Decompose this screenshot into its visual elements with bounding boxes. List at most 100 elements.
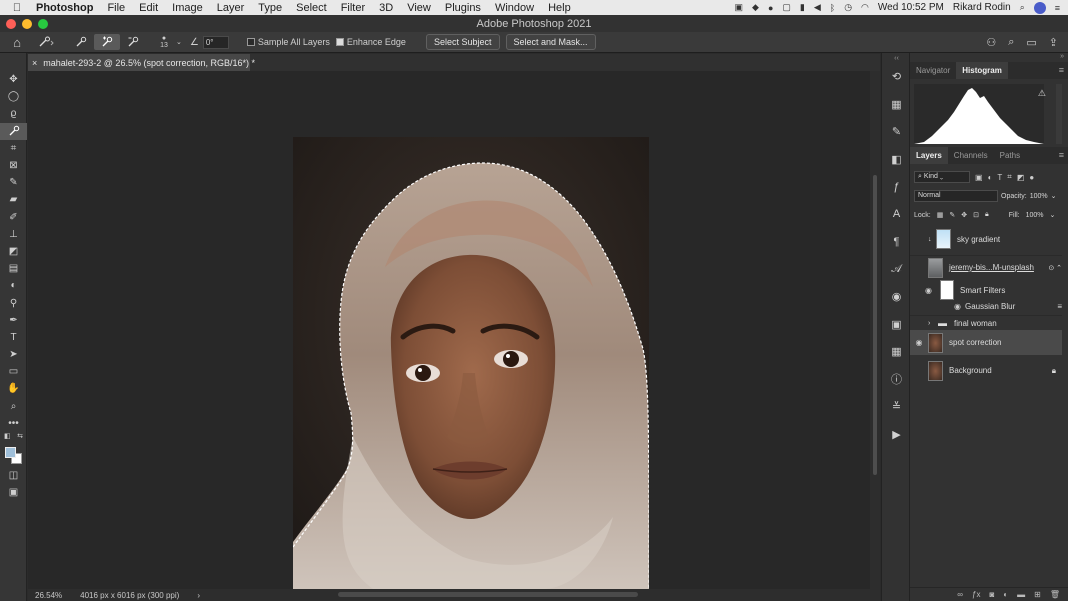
layer-kind-filter[interactable]: ⌕ Kind ⌄ bbox=[914, 171, 970, 183]
layer-row-sky-gradient[interactable]: ↓ sky gradient bbox=[910, 228, 1062, 250]
eyedropper-tool-icon[interactable]: ✎ bbox=[0, 174, 27, 191]
sliders-panel-icon[interactable]: ≚ bbox=[882, 393, 911, 421]
move-tool-icon[interactable]: ✥ bbox=[0, 71, 27, 88]
filter-smart-object-icon[interactable]: ◩ bbox=[1017, 173, 1025, 182]
subtract-from-selection-icon[interactable] bbox=[120, 34, 146, 50]
menubar-user[interactable]: Rikard Rodin bbox=[953, 2, 1011, 13]
menu-view[interactable]: View bbox=[400, 2, 438, 14]
menu-image[interactable]: Image bbox=[165, 2, 210, 14]
dock-collapse-icon[interactable]: ‹‹ bbox=[882, 53, 911, 63]
menu-filter[interactable]: Filter bbox=[334, 2, 372, 14]
menu-layer[interactable]: Layer bbox=[210, 2, 252, 14]
add-to-selection-icon[interactable] bbox=[94, 34, 120, 50]
close-window-button[interactable] bbox=[6, 19, 16, 29]
tab-histogram[interactable]: Histogram bbox=[956, 62, 1008, 79]
hand-tool-icon[interactable]: ✋ bbox=[0, 380, 27, 397]
group-expand-chevron-icon[interactable]: › bbox=[928, 320, 938, 327]
lock-image-icon[interactable]: ✎ bbox=[949, 211, 955, 219]
volume-icon[interactable]: ◀ bbox=[814, 2, 821, 13]
share-icon[interactable]: ⇪ bbox=[1049, 36, 1058, 49]
menu-app-name[interactable]: Photoshop bbox=[34, 2, 100, 14]
tab-layers[interactable]: Layers bbox=[910, 147, 948, 164]
frame-tool-icon[interactable]: ⊠ bbox=[0, 157, 27, 174]
lasso-tool-icon[interactable]: ϱ bbox=[0, 105, 27, 122]
zoom-tool-icon[interactable]: ⌕ bbox=[0, 398, 27, 415]
default-colors-icon[interactable]: ◧ bbox=[4, 432, 11, 440]
search-icon[interactable]: ⌕ bbox=[1008, 36, 1014, 49]
cache-warning-icon[interactable]: ⚠ bbox=[1038, 88, 1046, 99]
link-layers-icon[interactable]: ∞ bbox=[957, 590, 963, 599]
eye-icon[interactable]: ◉ bbox=[910, 338, 928, 347]
menu-edit[interactable]: Edit bbox=[132, 2, 165, 14]
close-tab-icon[interactable]: × bbox=[32, 58, 37, 68]
bluetooth-icon[interactable]: ᛒ bbox=[830, 3, 835, 13]
fill-value[interactable]: 100% bbox=[1026, 212, 1044, 219]
zoom-window-button[interactable] bbox=[38, 19, 48, 29]
info-panel-icon[interactable]: ⓘ bbox=[882, 366, 911, 394]
quick-mask-icon[interactable]: ◫ bbox=[0, 467, 27, 484]
menu-type[interactable]: Type bbox=[251, 2, 289, 14]
foreground-color-swatch[interactable] bbox=[5, 446, 16, 458]
menu-help[interactable]: Help bbox=[541, 2, 578, 14]
tab-navigator[interactable]: Navigator bbox=[910, 62, 956, 79]
spotlight-icon[interactable]: ⌕ bbox=[1020, 2, 1025, 13]
layer-row-jeremy[interactable]: jeremy-bis...M-unsplash ⊙ ⌃ bbox=[910, 255, 1062, 279]
crop-tool-icon[interactable]: ⌗ bbox=[0, 140, 27, 157]
layers-panel-menu-icon[interactable]: ≡ bbox=[1059, 150, 1064, 160]
tray-app-icon[interactable]: ▣ bbox=[735, 2, 744, 13]
layer-row-spot-correction[interactable]: ◉ spot correction bbox=[910, 330, 1062, 355]
creative-cloud-icon[interactable]: ● bbox=[768, 3, 773, 13]
swatches-panel-icon[interactable]: ▦ bbox=[882, 91, 911, 119]
paragraph-panel-icon[interactable]: ¶ bbox=[882, 228, 911, 256]
delete-layer-icon[interactable]: 🗑︎ bbox=[1050, 590, 1060, 599]
layer-row-gaussian-blur[interactable]: ◉ Gaussian Blur ≡ bbox=[910, 299, 1062, 313]
zoom-level[interactable]: 26.54% bbox=[35, 591, 62, 600]
path-selection-tool-icon[interactable]: ➤ bbox=[0, 346, 27, 363]
menu-select[interactable]: Select bbox=[289, 2, 334, 14]
filter-toggle-icon[interactable]: ● bbox=[1029, 173, 1034, 182]
canvas-area[interactable] bbox=[28, 71, 870, 589]
horizontal-scroll-thumb[interactable] bbox=[338, 592, 638, 597]
minimize-window-button[interactable] bbox=[22, 19, 32, 29]
brush-tool-icon[interactable]: ✐ bbox=[0, 209, 27, 226]
opacity-value[interactable]: 100% bbox=[1030, 193, 1048, 200]
dodge-tool-icon[interactable]: ⚲ bbox=[0, 294, 27, 311]
fill-chevron-icon[interactable]: ⌄ bbox=[1050, 211, 1056, 219]
layer-row-background[interactable]: Background 🔒︎ bbox=[910, 358, 1062, 383]
tab-channels[interactable]: Channels bbox=[948, 147, 994, 164]
eye-icon[interactable]: ◉ bbox=[910, 302, 965, 311]
histogram-panel-menu-icon[interactable]: ≡ bbox=[1059, 65, 1064, 75]
quick-selection-tool-icon[interactable] bbox=[0, 122, 27, 140]
brushes-panel-icon[interactable]: ✎ bbox=[882, 118, 911, 146]
filter-shape-icon[interactable]: ⌗ bbox=[1007, 172, 1012, 182]
pen-tool-icon[interactable]: ✒ bbox=[0, 312, 27, 329]
filter-adjustment-icon[interactable]: ◐ bbox=[988, 173, 993, 182]
lock-position-icon[interactable]: ✥ bbox=[961, 211, 967, 219]
home-icon[interactable]: ⌂ bbox=[0, 35, 34, 50]
brush-picker-chevron-icon[interactable]: ⌄ bbox=[176, 38, 182, 46]
healing-brush-tool-icon[interactable]: ▰ bbox=[0, 191, 27, 208]
brush-angle-field[interactable]: 0° bbox=[202, 35, 229, 49]
quick-selection-preset-icon[interactable] bbox=[34, 34, 60, 50]
menubar-clock[interactable]: Wed 10:52 PM bbox=[878, 2, 944, 13]
time-machine-icon[interactable]: ◷ bbox=[844, 2, 852, 13]
sample-all-layers-option[interactable]: Sample All Layers bbox=[246, 37, 330, 47]
rectangle-tool-icon[interactable]: ▭ bbox=[0, 363, 27, 380]
filter-type-icon[interactable]: T bbox=[997, 173, 1002, 182]
status-info-chevron-icon[interactable]: › bbox=[197, 591, 200, 600]
add-mask-icon[interactable]: ◙ bbox=[989, 590, 994, 599]
control-center-icon[interactable]: ≡ bbox=[1055, 3, 1060, 13]
properties-panel-icon[interactable]: ▣ bbox=[882, 311, 911, 339]
histogram-scrollbar[interactable] bbox=[1056, 84, 1062, 144]
opacity-chevron-icon[interactable]: ⌄ bbox=[1051, 192, 1057, 200]
character-panel-icon[interactable]: A bbox=[882, 201, 911, 229]
eye-icon[interactable]: ◉ bbox=[910, 286, 940, 295]
enhance-edge-checkbox[interactable] bbox=[335, 38, 344, 46]
enhance-edge-option[interactable]: Enhance Edge bbox=[335, 37, 406, 47]
menu-3d[interactable]: 3D bbox=[372, 2, 400, 14]
screen-capture-icon[interactable]: ▢ bbox=[782, 2, 791, 13]
new-group-icon[interactable]: ▬ bbox=[1017, 590, 1025, 599]
history-panel-icon[interactable]: ⟲ bbox=[882, 63, 911, 91]
lock-artboard-icon[interactable]: ⊡ bbox=[973, 211, 979, 219]
select-and-mask-button[interactable]: Select and Mask... bbox=[505, 34, 596, 50]
